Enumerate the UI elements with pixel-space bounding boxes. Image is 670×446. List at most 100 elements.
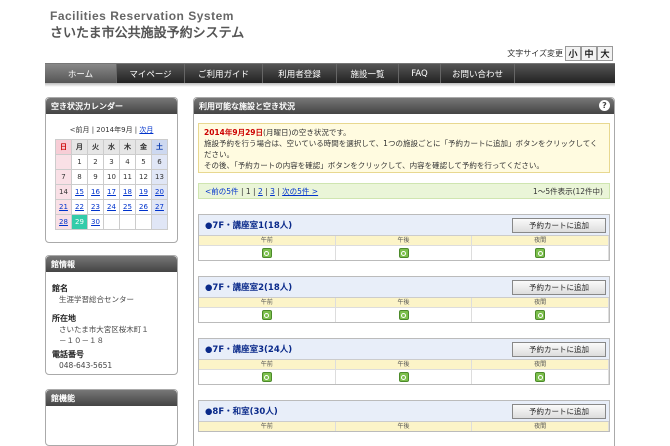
calendar-day-link[interactable]: 22 [71, 199, 88, 215]
calendar-day-selected[interactable]: 29 [71, 214, 88, 230]
address-value-line1: さいたま市大宮区桜木町１ [59, 325, 149, 334]
room-name: ●7F・講座室2(18人) [205, 283, 293, 293]
available-slot-icon[interactable] [535, 372, 546, 382]
available-slot-icon[interactable] [261, 248, 272, 258]
notice-date: 2014年9月29日 [204, 128, 264, 137]
calendar-day-link[interactable]: 18 [119, 184, 136, 200]
room-name: ●8F・和室(30人) [205, 407, 278, 417]
calendar-day-link[interactable]: 30 [87, 214, 104, 230]
nav-item-guide[interactable]: ご利用ガイド [185, 64, 263, 83]
pager-next[interactable]: 次の5件 > [282, 187, 318, 196]
add-to-cart-button[interactable]: 予約カートに追加 [512, 403, 606, 419]
pager-separator: | [265, 186, 268, 196]
calendar-day-link[interactable]: 20 [151, 184, 168, 200]
calendar-title: 空き状況カレンダー [46, 98, 177, 114]
calendar-day [135, 214, 152, 230]
slot-label-night: 夜間 [472, 360, 610, 369]
nav-item-home[interactable]: ホーム [45, 64, 117, 83]
available-slot-icon[interactable] [535, 310, 546, 320]
notice-line3: その後、「予約カートの内容を確認」ボタンをクリックして、内容を確認して予約を行っ… [204, 161, 544, 170]
calendar-day-link[interactable]: 19 [135, 184, 152, 200]
available-slot-icon[interactable] [261, 310, 272, 320]
slot-label-morning: 午前 [199, 298, 336, 307]
nav-item-faq[interactable]: FAQ [399, 64, 441, 83]
calendar-day-link[interactable]: 27 [151, 199, 168, 215]
facility-info-panel: 館情報 館名 生涯学習総合センター 所在地 さいたま市大宮区桜木町１ －１０－１… [45, 255, 178, 375]
room-card: ●7F・講座室2(18人) 予約カートに追加 午前 午後 夜間 [198, 276, 610, 323]
system-title-ja: さいたま市公共施設予約システム [50, 26, 245, 41]
next-month-link[interactable]: 次月 [139, 126, 153, 134]
calendar-day: 8 [71, 169, 88, 185]
calendar-day: 12 [135, 169, 152, 185]
font-size-large-button[interactable]: 大 [597, 46, 613, 61]
availability-title: 利用可能な施設と空き状況 [199, 101, 295, 111]
weekday-thu: 木 [119, 139, 136, 155]
slot-label-night: 夜間 [472, 298, 610, 307]
pager-prev[interactable]: <前の5件 [205, 187, 239, 196]
calendar-day-link[interactable]: 15 [71, 184, 88, 200]
calendar-day-link[interactable]: 23 [87, 199, 104, 215]
nav-shadow [45, 83, 615, 87]
calendar-day: 10 [103, 169, 120, 185]
address-label: 所在地 [52, 314, 76, 323]
calendar-day: 9 [87, 169, 104, 185]
slot-label-morning: 午前 [199, 422, 336, 431]
add-to-cart-button[interactable]: 予約カートに追加 [512, 279, 606, 295]
add-to-cart-button[interactable]: 予約カートに追加 [512, 341, 606, 357]
calendar-day-link[interactable]: 21 [55, 199, 72, 215]
font-size-medium-button[interactable]: 中 [581, 46, 597, 61]
room-card: ●8F・和室(30人) 予約カートに追加 午前 午後 夜間 [198, 400, 610, 432]
room-card: ●7F・講座室3(24人) 予約カートに追加 午前 午後 夜間 [198, 338, 610, 385]
nav-item-facilities[interactable]: 施設一覧 [337, 64, 399, 83]
notice-box: 2014年9月29日(月曜日)の空き状況です。 施設予約を行う場合は、空いている… [198, 123, 610, 173]
availability-title-bar: 利用可能な施設と空き状況 ? [194, 98, 614, 114]
weekday-tue: 火 [87, 139, 104, 155]
available-slot-icon[interactable] [398, 310, 409, 320]
calendar-day: 14 [55, 184, 72, 200]
nav-item-contact[interactable]: お問い合わせ [441, 64, 515, 83]
calendar-day [151, 214, 168, 230]
notice-line2: 施設予約を行う場合は、空いている時間を選択して、1つの施設ごとに「予約カートに追… [204, 139, 598, 159]
slot-label-afternoon: 午後 [336, 422, 473, 431]
add-to-cart-button[interactable]: 予約カートに追加 [512, 217, 606, 233]
phone-value: 048-643-5651 [59, 361, 113, 370]
calendar-day-link[interactable]: 17 [103, 184, 120, 200]
calendar-day-link[interactable]: 16 [87, 184, 104, 200]
pager-page-link[interactable]: 2 [258, 187, 263, 196]
weekday-sat: 土 [151, 139, 168, 155]
available-slot-icon[interactable] [398, 372, 409, 382]
nav-item-register[interactable]: 利用者登録 [263, 64, 337, 83]
calendar-panel: 空き状況カレンダー <前月 | 2014年9月 | 次月 日 月 火 水 木 金… [45, 97, 178, 243]
facility-name-label: 館名 [52, 284, 68, 293]
available-slot-icon[interactable] [398, 248, 409, 258]
calendar-day-link[interactable]: 24 [103, 199, 120, 215]
pager-page-link[interactable]: 3 [270, 187, 275, 196]
calendar-day-link[interactable]: 25 [119, 199, 136, 215]
slot-label-night: 夜間 [472, 236, 610, 245]
available-slot-icon[interactable] [535, 248, 546, 258]
facility-info-title: 館情報 [46, 256, 177, 272]
help-icon[interactable]: ? [599, 100, 610, 111]
calendar-day: 11 [119, 169, 136, 185]
current-month: 2014年9月 [96, 126, 133, 134]
calendar-nav: <前月 | 2014年9月 | 次月 [69, 126, 154, 134]
calendar-grid: 日 月 火 水 木 金 土 1 2 3 4 5 6 7 8 9 10 11 12… [55, 139, 168, 230]
calendar-day: 4 [119, 154, 136, 170]
header: Facilities Reservation System さいたま市公共施設予… [45, 4, 615, 64]
prev-month-label[interactable]: <前月 [70, 126, 90, 134]
facility-functions-panel: 館機能 [45, 389, 178, 446]
pager: <前の5件 | 1 | 2 | 3 | 次の5件 > 1～5件表示(12件中) [198, 183, 610, 199]
calendar-day: 7 [55, 169, 72, 185]
available-slot-icon[interactable] [261, 372, 272, 382]
room-name: ●7F・講座室1(18人) [205, 221, 293, 231]
calendar-day-link[interactable]: 28 [55, 214, 72, 230]
nav-item-mypage[interactable]: マイページ [117, 64, 185, 83]
calendar-day: 1 [71, 154, 88, 170]
room-name: ●7F・講座室3(24人) [205, 345, 293, 355]
room-card: ●7F・講座室1(18人) 予約カートに追加 午前 午後 夜間 [198, 214, 610, 261]
font-size-control: 文字サイズ変更 小 中 大 [507, 46, 613, 61]
font-size-small-button[interactable]: 小 [565, 46, 581, 61]
slot-label-afternoon: 午後 [336, 236, 473, 245]
calendar-day-link[interactable]: 26 [135, 199, 152, 215]
weekday-sun: 日 [55, 139, 72, 155]
